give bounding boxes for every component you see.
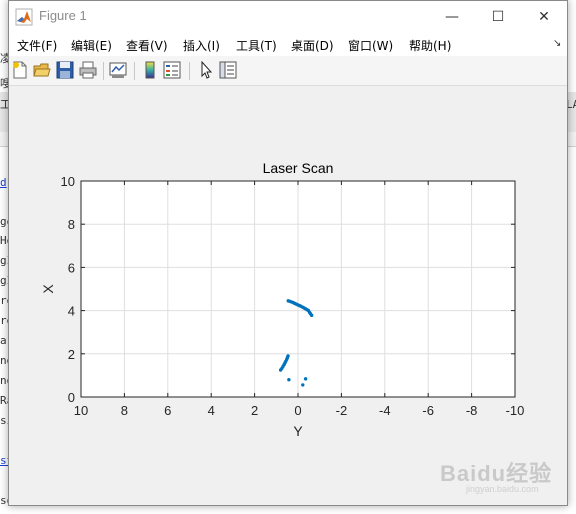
x-tick-label: 4 <box>208 403 215 418</box>
x-tick-label: -2 <box>336 403 348 418</box>
chart-title: Laser Scan <box>263 160 334 176</box>
x-tick-label: -4 <box>379 403 391 418</box>
x-tick-label: -6 <box>422 403 434 418</box>
x-tick-label: 0 <box>294 403 301 418</box>
x-tick-label: -8 <box>466 403 478 418</box>
scan-point <box>301 383 305 387</box>
x-tick-label: 10 <box>74 403 88 418</box>
scan-point <box>309 313 314 318</box>
x-tick-label: 8 <box>121 403 128 418</box>
x-axis-label: Y <box>293 423 303 439</box>
x-tick-label: 2 <box>251 403 258 418</box>
y-axis-label: X <box>40 284 56 294</box>
baidu-watermark-url: jingyan.baidu.com <box>466 484 539 494</box>
y-tick-label: 0 <box>68 390 75 405</box>
y-tick-label: 2 <box>68 347 75 362</box>
laser-scan-axes[interactable]: 10 8 6 4 2 0 -2 -4 -6 -8 -10 0 2 4 6 8 10 Laser Scan Y X <box>0 0 576 514</box>
scan-point <box>287 378 291 382</box>
y-tick-label: 6 <box>68 260 75 275</box>
scan-point <box>286 354 290 358</box>
x-tick-label: 6 <box>164 403 171 418</box>
scan-point <box>303 377 308 381</box>
y-tick-label: 8 <box>68 217 75 232</box>
y-tick-label: 4 <box>68 304 75 319</box>
y-tick-label: 10 <box>61 174 75 189</box>
x-tick-label: -10 <box>506 403 525 418</box>
